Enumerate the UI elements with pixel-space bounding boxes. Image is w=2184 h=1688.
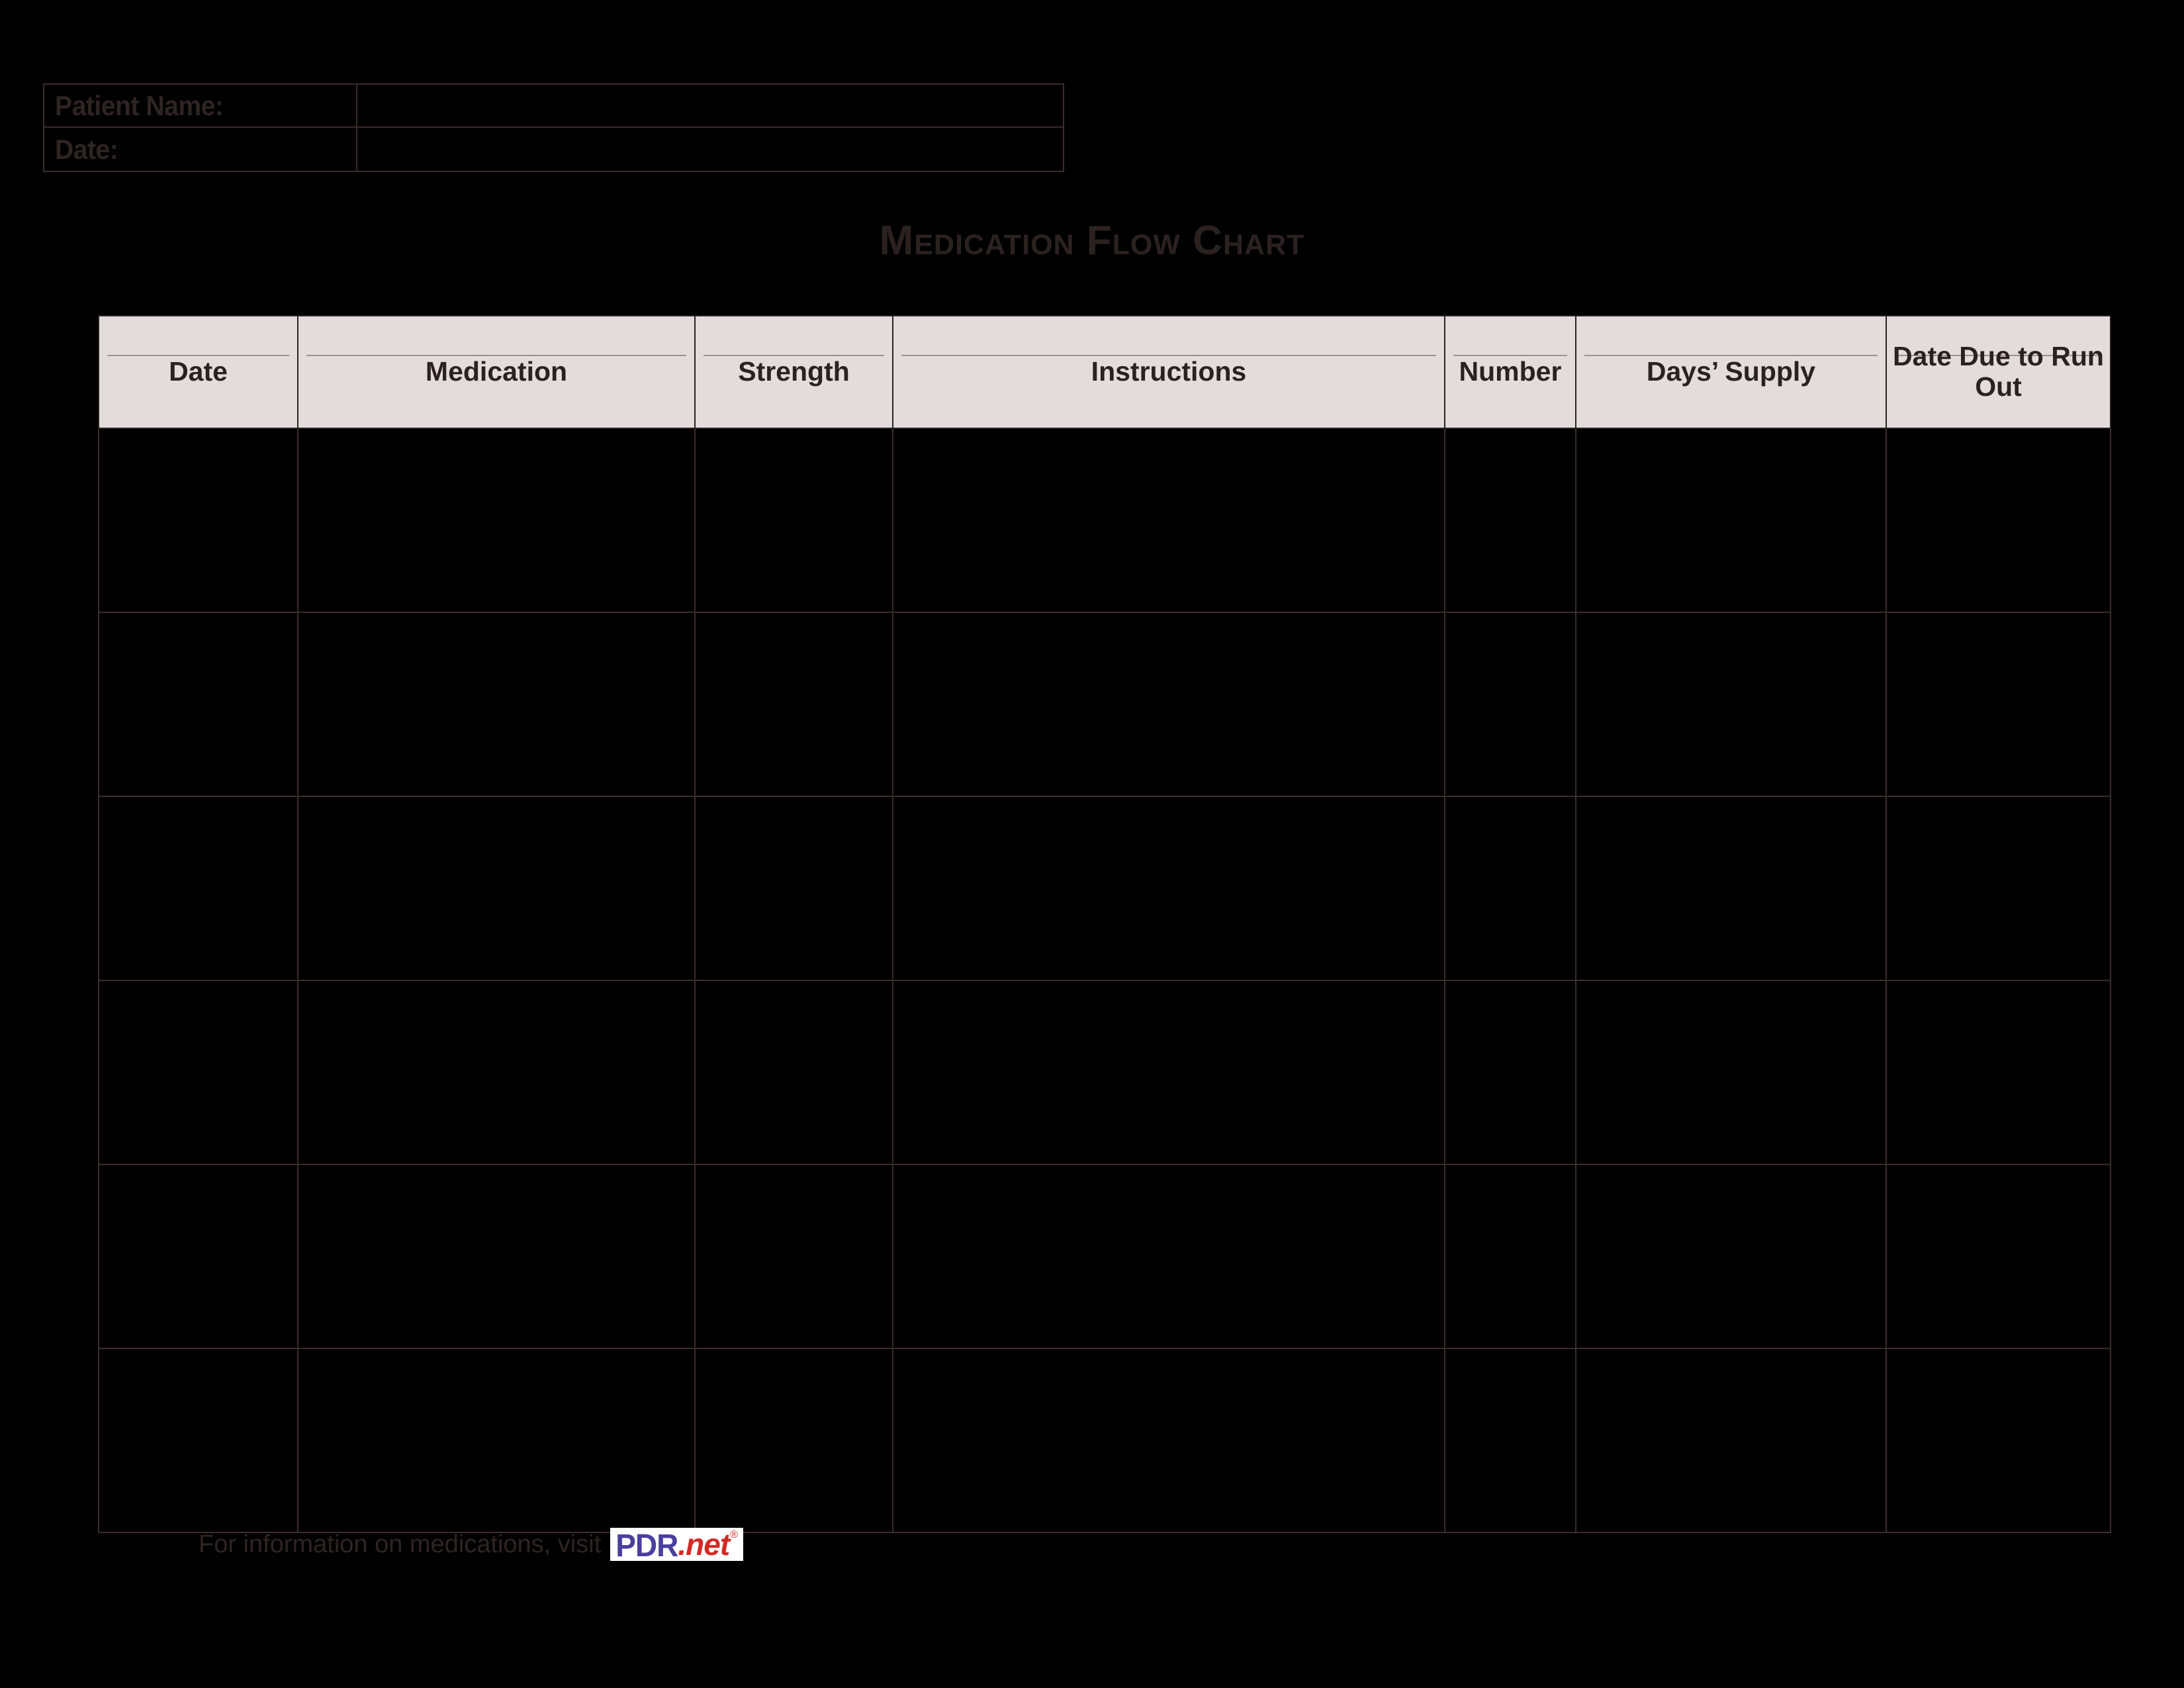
patient-name-field[interactable] — [357, 85, 1063, 126]
registered-trademark-icon: ® — [730, 1529, 738, 1540]
pdr-logo-suffix: .net — [678, 1527, 730, 1562]
footer-text: For information on medications, visit — [199, 1530, 602, 1558]
cell-medication[interactable] — [297, 796, 696, 981]
column-header-instructions-label: Instructions — [1091, 356, 1247, 387]
patient-date-row: Date: — [44, 128, 1063, 171]
patient-name-row: Patient Name: — [44, 85, 1063, 128]
cell-number[interactable] — [1444, 428, 1576, 613]
cell-strength[interactable] — [694, 796, 893, 981]
patient-name-label: Patient Name: — [55, 89, 224, 121]
cell-days-supply[interactable] — [1575, 796, 1887, 981]
cell-date-due[interactable] — [1886, 980, 2111, 1165]
patient-date-label-cell: Date: — [44, 128, 357, 171]
table-row — [98, 1348, 2111, 1533]
cell-strength[interactable] — [694, 1164, 893, 1349]
column-header-date-due-label: Date Due to Run Out — [1893, 341, 2104, 402]
cell-number[interactable] — [1444, 980, 1576, 1165]
patient-date-field[interactable] — [357, 128, 1063, 171]
cell-date-due[interactable] — [1886, 428, 2111, 613]
column-header-days-supply-label: Days’ Supply — [1646, 356, 1816, 387]
table-row — [98, 796, 2111, 981]
cell-medication[interactable] — [297, 1164, 696, 1349]
cell-number[interactable] — [1444, 796, 1576, 981]
cell-strength[interactable] — [694, 980, 893, 1165]
column-header-date-label: Date — [169, 356, 228, 387]
table-body — [98, 428, 2111, 1533]
pdr-net-logo[interactable]: PDR .net ® — [610, 1528, 743, 1561]
column-header-date-due: Date Due to Run Out — [1886, 315, 2111, 429]
cell-number[interactable] — [1444, 1164, 1576, 1349]
cell-date[interactable] — [98, 1164, 298, 1349]
cell-instructions[interactable] — [892, 428, 1445, 613]
cell-days-supply[interactable] — [1575, 428, 1887, 613]
column-header-number: Number — [1444, 315, 1576, 429]
cell-instructions[interactable] — [892, 1164, 1445, 1349]
cell-date[interactable] — [98, 428, 298, 613]
patient-name-label-cell: Patient Name: — [44, 85, 357, 126]
cell-date[interactable] — [98, 796, 298, 981]
table-header-row: Date Medication Strength Instructions Nu… — [98, 315, 2111, 429]
cell-strength[interactable] — [694, 1348, 893, 1533]
cell-days-supply[interactable] — [1575, 1164, 1887, 1349]
column-header-strength-label: Strength — [738, 356, 850, 387]
table-row — [98, 1164, 2111, 1349]
page-canvas: Patient Name: Date: Medication Flow Char… — [0, 0, 2184, 1688]
cell-date-due[interactable] — [1886, 612, 2111, 797]
footer: For information on medications, visit PD… — [199, 1526, 743, 1563]
cell-instructions[interactable] — [892, 796, 1445, 981]
pdr-logo-mark: PDR — [615, 1526, 678, 1564]
cell-strength[interactable] — [694, 612, 893, 797]
cell-medication[interactable] — [297, 1348, 696, 1533]
cell-number[interactable] — [1444, 612, 1576, 797]
patient-date-label: Date: — [55, 133, 118, 165]
cell-instructions[interactable] — [892, 612, 1445, 797]
cell-medication[interactable] — [297, 612, 696, 797]
cell-date-due[interactable] — [1886, 796, 2111, 981]
cell-date-due[interactable] — [1886, 1164, 2111, 1349]
cell-date[interactable] — [98, 1348, 298, 1533]
cell-days-supply[interactable] — [1575, 612, 1887, 797]
column-header-instructions: Instructions — [892, 315, 1445, 429]
cell-date[interactable] — [98, 980, 298, 1165]
page-title: Medication Flow Chart — [879, 218, 1305, 263]
patient-date-value — [357, 136, 367, 164]
cell-medication[interactable] — [297, 980, 696, 1165]
cell-number[interactable] — [1444, 1348, 1576, 1533]
cell-strength[interactable] — [694, 428, 893, 613]
column-header-medication-label: Medication — [425, 356, 568, 387]
cell-instructions[interactable] — [892, 980, 1445, 1165]
table-row — [98, 980, 2111, 1165]
cell-date-due[interactable] — [1886, 1348, 2111, 1533]
cell-days-supply[interactable] — [1575, 980, 1887, 1165]
cell-date[interactable] — [98, 612, 298, 797]
column-header-date: Date — [98, 315, 298, 429]
column-header-strength: Strength — [694, 315, 893, 429]
medication-flow-table: Date Medication Strength Instructions Nu… — [98, 315, 2111, 1533]
patient-name-value — [357, 93, 367, 120]
table-row — [98, 428, 2111, 613]
cell-medication[interactable] — [297, 428, 696, 613]
column-header-medication: Medication — [297, 315, 696, 429]
cell-instructions[interactable] — [892, 1348, 1445, 1533]
column-header-number-label: Number — [1459, 356, 1562, 387]
cell-days-supply[interactable] — [1575, 1348, 1887, 1533]
column-header-days-supply: Days’ Supply — [1575, 315, 1887, 429]
table-row — [98, 612, 2111, 797]
patient-info-box: Patient Name: Date: — [43, 83, 1064, 172]
